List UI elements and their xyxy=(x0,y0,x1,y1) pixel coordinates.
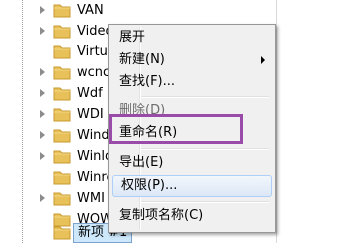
menu-item-label: 复制项名称(C) xyxy=(119,208,204,223)
values-pane[interactable] xyxy=(277,0,354,243)
tree-item-label: WDI xyxy=(77,107,104,122)
folder-icon xyxy=(53,66,71,80)
tree-item-label: WMI xyxy=(77,191,105,206)
menu-item-export[interactable]: 导出(E) xyxy=(111,152,271,174)
menu-item-permissions[interactable]: 权限(P)... xyxy=(112,175,272,197)
menu-item-new[interactable]: 新建(N) xyxy=(111,49,271,71)
menu-item-copy-key-name[interactable]: 复制项名称(C) xyxy=(111,205,271,227)
expand-arrow-icon[interactable] xyxy=(40,27,45,35)
tree-item-label: VAN xyxy=(77,3,104,18)
menu-item-label: 权限(P)... xyxy=(121,178,178,193)
expand-arrow-icon[interactable] xyxy=(40,6,45,14)
menu-item-find[interactable]: 查找(F)... xyxy=(111,71,271,93)
submenu-arrow-icon xyxy=(261,56,265,64)
rename-highlight-annotation xyxy=(109,114,243,144)
menu-item-label: 查找(F)... xyxy=(119,74,176,89)
menu-separator xyxy=(141,96,269,98)
folder-icon xyxy=(53,25,71,39)
tree-item-label: Wdf xyxy=(77,86,103,101)
expand-arrow-icon[interactable] xyxy=(40,131,45,139)
folder-icon xyxy=(53,150,71,164)
folder-icon xyxy=(53,129,71,143)
expand-arrow-icon[interactable] xyxy=(40,194,45,202)
menu-separator xyxy=(141,148,269,150)
menu-item-label: 新建(N) xyxy=(119,52,165,67)
menu-item-label: 导出(E) xyxy=(119,155,164,170)
folder-icon xyxy=(53,4,71,18)
menu-separator xyxy=(141,201,269,203)
menu-item-label: 展开 xyxy=(119,30,146,45)
expand-arrow-icon[interactable] xyxy=(40,152,45,160)
expand-arrow-icon[interactable] xyxy=(40,68,45,76)
folder-icon xyxy=(53,226,71,240)
folder-icon xyxy=(53,45,71,59)
expand-arrow-icon[interactable] xyxy=(40,110,45,118)
folder-icon xyxy=(53,192,71,206)
folder-icon xyxy=(53,87,71,101)
tree-item-van[interactable]: VAN xyxy=(0,0,270,22)
menu-item-expand[interactable]: 展开 xyxy=(111,27,271,49)
folder-icon xyxy=(53,171,71,185)
expand-arrow-icon[interactable] xyxy=(40,89,45,97)
folder-icon xyxy=(53,108,71,122)
